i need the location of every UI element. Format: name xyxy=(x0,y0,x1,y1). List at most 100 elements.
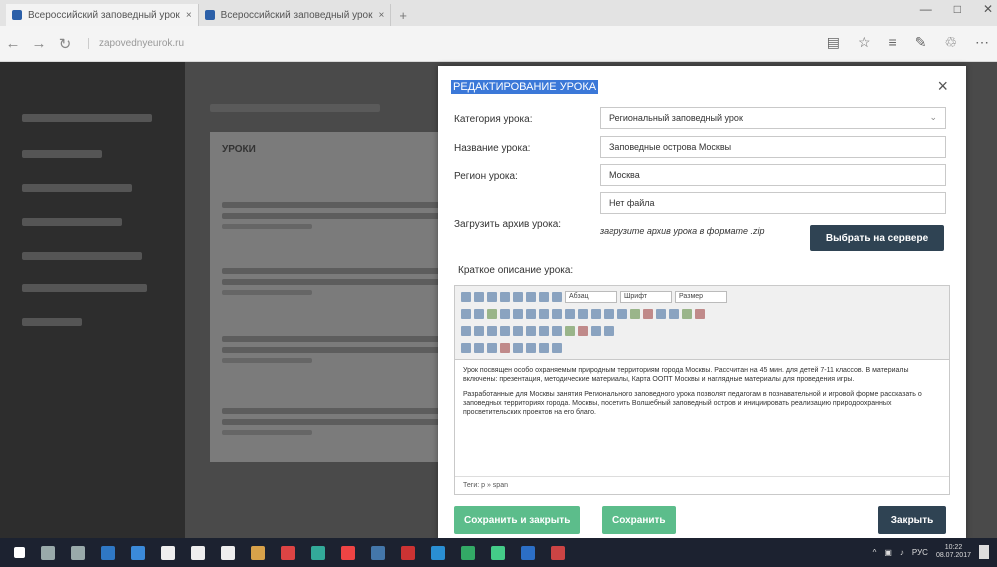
share-icon[interactable]: ♲ xyxy=(944,34,957,51)
horizontal-rule-icon[interactable] xyxy=(526,325,536,336)
pilcrow-icon[interactable] xyxy=(539,342,549,353)
spellcheck-icon[interactable] xyxy=(474,342,484,353)
undo-icon[interactable] xyxy=(604,308,614,319)
browser-tab[interactable]: Всероссийский заповедный урок × xyxy=(199,4,392,26)
size-select[interactable]: Размер xyxy=(675,290,727,303)
opera-icon[interactable] xyxy=(401,545,415,560)
chrome-icon[interactable] xyxy=(341,545,355,560)
file-input[interactable]: Нет файла xyxy=(600,192,946,214)
maximize-icon[interactable]: □ xyxy=(954,2,961,16)
back-arrow-icon[interactable]: ← xyxy=(0,35,26,52)
nonbreaking-icon[interactable] xyxy=(552,342,562,353)
list-item[interactable] xyxy=(222,336,452,363)
fullscreen-icon[interactable] xyxy=(604,325,614,336)
app-icon[interactable] xyxy=(131,545,145,560)
refresh-icon[interactable]: ↻ xyxy=(52,35,78,53)
align-center-icon[interactable] xyxy=(526,291,536,302)
underline-icon[interactable] xyxy=(487,291,497,302)
list-item[interactable] xyxy=(222,408,452,435)
more-icon[interactable]: ⋯ xyxy=(975,34,989,51)
list-item[interactable] xyxy=(222,268,452,295)
insert-row-icon[interactable] xyxy=(500,325,510,336)
redo-icon[interactable] xyxy=(617,308,627,319)
store-icon[interactable] xyxy=(161,545,175,560)
bullet-list-icon[interactable] xyxy=(552,308,562,319)
notes-app-icon[interactable] xyxy=(191,545,205,560)
copy-icon[interactable] xyxy=(474,308,484,319)
word-icon[interactable] xyxy=(371,545,385,560)
close-window-icon[interactable]: ✕ xyxy=(983,2,993,16)
font-select[interactable]: Шрифт xyxy=(620,290,672,303)
media-icon[interactable] xyxy=(591,325,601,336)
show-blocks-icon[interactable] xyxy=(513,342,523,353)
numbered-list-icon[interactable] xyxy=(565,308,575,319)
browser-tab[interactable]: Всероссийский заповедный урок × xyxy=(6,4,199,26)
excel-icon[interactable] xyxy=(461,545,475,560)
close-button[interactable]: Закрыть xyxy=(878,506,946,534)
cell-props-icon[interactable] xyxy=(487,325,497,336)
text-color-icon[interactable] xyxy=(682,308,692,319)
sidebar-item[interactable] xyxy=(22,218,122,226)
windows-start-icon[interactable] xyxy=(14,547,25,558)
sidebar-item[interactable] xyxy=(22,284,147,292)
format-select[interactable]: Абзац xyxy=(565,290,617,303)
url-input[interactable]: zapovednyeurok.ru xyxy=(88,38,184,49)
clock[interactable]: 10:22 08.07.2017 xyxy=(936,544,971,560)
replace-icon[interactable] xyxy=(539,308,549,319)
anchor-icon[interactable] xyxy=(656,308,666,319)
file-icon[interactable] xyxy=(221,545,235,560)
sidebar-item[interactable] xyxy=(22,150,102,158)
sidebar-item[interactable] xyxy=(22,114,152,122)
unlink-icon[interactable] xyxy=(643,308,653,319)
search-icon[interactable] xyxy=(41,545,55,560)
sidebar-item[interactable] xyxy=(22,252,142,260)
image-icon[interactable] xyxy=(669,308,679,319)
hub-icon[interactable]: ≡ xyxy=(889,34,897,51)
bold-icon[interactable] xyxy=(461,291,471,302)
forward-arrow-icon[interactable]: → xyxy=(26,35,52,52)
source-code-icon[interactable] xyxy=(487,342,497,353)
app-icon[interactable] xyxy=(551,545,565,560)
print-icon[interactable] xyxy=(461,342,471,353)
region-input[interactable]: Москва xyxy=(600,164,946,186)
list-item[interactable] xyxy=(222,202,452,229)
paste-icon[interactable] xyxy=(487,308,497,319)
cut-icon[interactable] xyxy=(461,308,471,319)
acrobat-icon[interactable] xyxy=(281,545,295,560)
link-icon[interactable] xyxy=(630,308,640,319)
indent-icon[interactable] xyxy=(591,308,601,319)
notifications-icon[interactable] xyxy=(979,545,989,559)
align-right-icon[interactable] xyxy=(539,291,549,302)
sidebar-item[interactable] xyxy=(22,184,132,192)
superscript-icon[interactable] xyxy=(552,325,562,336)
save-and-close-button[interactable]: Сохранить и закрыть xyxy=(454,506,581,534)
app-icon[interactable] xyxy=(491,545,505,560)
find-icon[interactable] xyxy=(526,308,536,319)
volume-icon[interactable]: ♪ xyxy=(900,548,904,557)
visual-aid-icon[interactable] xyxy=(526,342,536,353)
tab-close-icon[interactable]: × xyxy=(186,10,192,21)
subscript-icon[interactable] xyxy=(539,325,549,336)
task-view-icon[interactable] xyxy=(71,545,85,560)
explorer-icon[interactable] xyxy=(251,545,265,560)
notes-icon[interactable]: ✎ xyxy=(915,34,927,51)
special-char-icon[interactable] xyxy=(565,325,575,336)
delete-row-icon[interactable] xyxy=(513,325,523,336)
app-icon[interactable] xyxy=(521,545,535,560)
favorite-star-icon[interactable]: ☆ xyxy=(858,34,871,51)
remove-format-icon[interactable] xyxy=(500,342,510,353)
paste-word-icon[interactable] xyxy=(513,308,523,319)
align-justify-icon[interactable] xyxy=(552,291,562,302)
row-props-icon[interactable] xyxy=(474,325,484,336)
edge-icon[interactable] xyxy=(101,545,115,560)
outdent-icon[interactable] xyxy=(578,308,588,319)
background-color-icon[interactable] xyxy=(695,308,705,319)
choose-on-server-button[interactable]: Выбрать на сервере xyxy=(810,225,944,251)
paste-text-icon[interactable] xyxy=(500,308,510,319)
align-left-icon[interactable] xyxy=(513,291,523,302)
name-input[interactable]: Заповедные острова Москвы xyxy=(600,136,946,158)
language-indicator[interactable]: РУС xyxy=(912,548,928,557)
close-icon[interactable]: × xyxy=(937,76,948,97)
sidebar-item[interactable] xyxy=(22,318,82,326)
emoticon-icon[interactable] xyxy=(578,325,588,336)
